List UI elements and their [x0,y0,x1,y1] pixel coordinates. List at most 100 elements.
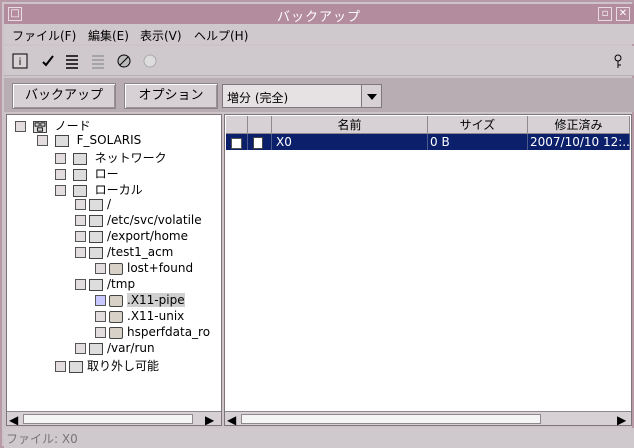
right-arrow-icon[interactable]: ▶ [205,413,217,427]
dropdown-arrow-icon[interactable] [361,85,381,107]
tree-label-var-run: /var/run [107,341,155,355]
drive-icon [89,214,103,227]
file-modified-cell: 2007/10/10 12:... [530,134,630,150]
hsperfdata-checkbox[interactable] [95,327,106,338]
folder-icon [109,294,123,307]
tree-node-var-run[interactable]: /var/run [75,341,155,357]
window-menu-button[interactable]: □ [8,7,22,21]
tree-node-host[interactable]: F_SOLARIS [37,133,141,149]
scrollbar-thumb[interactable] [241,414,541,424]
backup-mode-value: 増分 (完全) [227,91,289,105]
file-icon-cell [248,134,272,150]
folder-icon [109,310,123,323]
tree-label-network: ネットワーク [94,151,167,165]
tree-node-ro[interactable]: ロー [55,165,119,181]
tree-node-slash[interactable]: / [75,197,111,213]
stop-icon[interactable] [116,53,132,69]
drive-icon [89,230,103,243]
tree-node-export-home[interactable]: /export/home [75,229,188,245]
title-bar: バックアップ □ ▫ ✕ [4,4,634,25]
tool-bar: i [4,46,634,76]
drive-icon [69,360,83,373]
tree-horizontal-scrollbar[interactable]: ◀ ▶ [7,411,221,427]
var-run-checkbox[interactable] [75,343,86,354]
info-icon[interactable]: i [12,53,28,69]
tree-label-removable: 取り外し可能 [87,359,160,373]
svg-text:i: i [19,57,22,68]
tree-label-root: ノード [54,119,91,133]
column-modified[interactable]: 修正済み [528,116,630,134]
tree-label-test1: /test1_acm [107,245,174,259]
network-checkbox[interactable] [55,153,66,164]
select-column-header [226,116,248,134]
check-icon[interactable] [40,53,56,69]
tmp-checkbox[interactable] [75,279,86,290]
tree-node-x11-unix[interactable]: .X11-unix [95,309,184,325]
ro-checkbox[interactable] [55,169,66,180]
table-header: 名前 サイズ 修正済み [226,116,630,134]
file-name-cell: X0 [272,134,428,150]
folder-icon [109,262,123,275]
tree-node-x11-pipe[interactable]: .X11-pipe [95,293,185,309]
scrollbar-thumb[interactable] [23,414,193,424]
status-text: ファイル: X0 [6,432,78,446]
tree-label-hsperfdata: hsperfdata_ro [127,325,211,339]
menu-file[interactable]: ファイル(F) [12,27,76,44]
drive-icon [89,198,103,211]
table-row[interactable]: X0 0 B 2007/10/10 12:... [226,134,630,150]
menu-help[interactable]: ヘルプ(H) [194,27,248,44]
key-icon[interactable] [610,53,626,69]
tree-node-tmp[interactable]: /tmp [75,277,135,293]
tree-node-network[interactable]: ネットワーク [55,149,167,165]
action-bar: バックアップ オプション 増分 (完全) [4,78,634,112]
left-arrow-icon[interactable]: ◀ [9,413,21,427]
tree-label-local: ローカル [94,183,143,197]
tree-node-test1[interactable]: /test1_acm [75,245,173,261]
row-checkbox-cell[interactable] [226,134,248,150]
tree-label-x11-unix: .X11-unix [127,309,185,323]
right-arrow-icon[interactable]: ▶ [617,413,629,427]
folder-icon [109,326,123,339]
column-name[interactable]: 名前 [272,116,428,134]
tree-node-removable[interactable]: 取り外し可能 [55,357,159,373]
drive-icon [89,342,103,355]
x11-unix-checkbox[interactable] [95,311,106,322]
test1-checkbox[interactable] [75,247,86,258]
tree-node-hsperfdata[interactable]: hsperfdata_ro [95,325,210,341]
source-tree: ノード F_SOLARIS ネットワーク ロー ローカル / /etc/svc/… [6,114,222,427]
export-home-checkbox[interactable] [75,231,86,242]
menu-view[interactable]: 表示(V) [140,27,182,44]
menu-edit[interactable]: 編集(E) [88,27,129,44]
removable-checkbox[interactable] [55,361,66,372]
type-column-header [248,116,272,134]
slash-checkbox[interactable] [75,199,86,210]
x11-pipe-checkbox[interactable] [95,295,106,306]
tree-label-lostfound: lost+found [127,261,194,275]
close-button[interactable]: ✕ [616,7,630,21]
tree-node-lostfound[interactable]: lost+found [95,261,193,277]
volatile-checkbox[interactable] [75,215,86,226]
tree-node-root[interactable]: ノード [15,117,91,133]
tree-node-local[interactable]: ローカル [55,181,143,197]
window-title: バックアップ [276,10,361,25]
tree-label-volatile: /etc/svc/volatile [107,213,202,227]
left-arrow-icon[interactable]: ◀ [227,413,239,427]
row-checkbox[interactable] [231,138,242,149]
host-icon [54,134,69,147]
table-horizontal-scrollbar[interactable]: ◀ ▶ [225,411,631,427]
minimize-button[interactable]: ▫ [598,7,612,21]
backup-mode-select[interactable]: 増分 (完全) [222,84,382,108]
list-icon[interactable] [64,53,80,69]
options-button[interactable]: オプション [124,83,218,109]
root-checkbox[interactable] [15,121,26,132]
file-icon [253,137,263,149]
tree-label-host: F_SOLARIS [76,133,142,147]
tree-label-x11-pipe: .X11-pipe [127,293,185,307]
local-checkbox[interactable] [55,185,66,196]
lostfound-checkbox[interactable] [95,263,106,274]
tree-label-tmp: /tmp [107,277,136,291]
backup-button[interactable]: バックアップ [12,83,116,109]
column-size[interactable]: サイズ [428,116,528,134]
host-checkbox[interactable] [37,135,48,146]
tree-node-volatile[interactable]: /etc/svc/volatile [75,213,202,229]
